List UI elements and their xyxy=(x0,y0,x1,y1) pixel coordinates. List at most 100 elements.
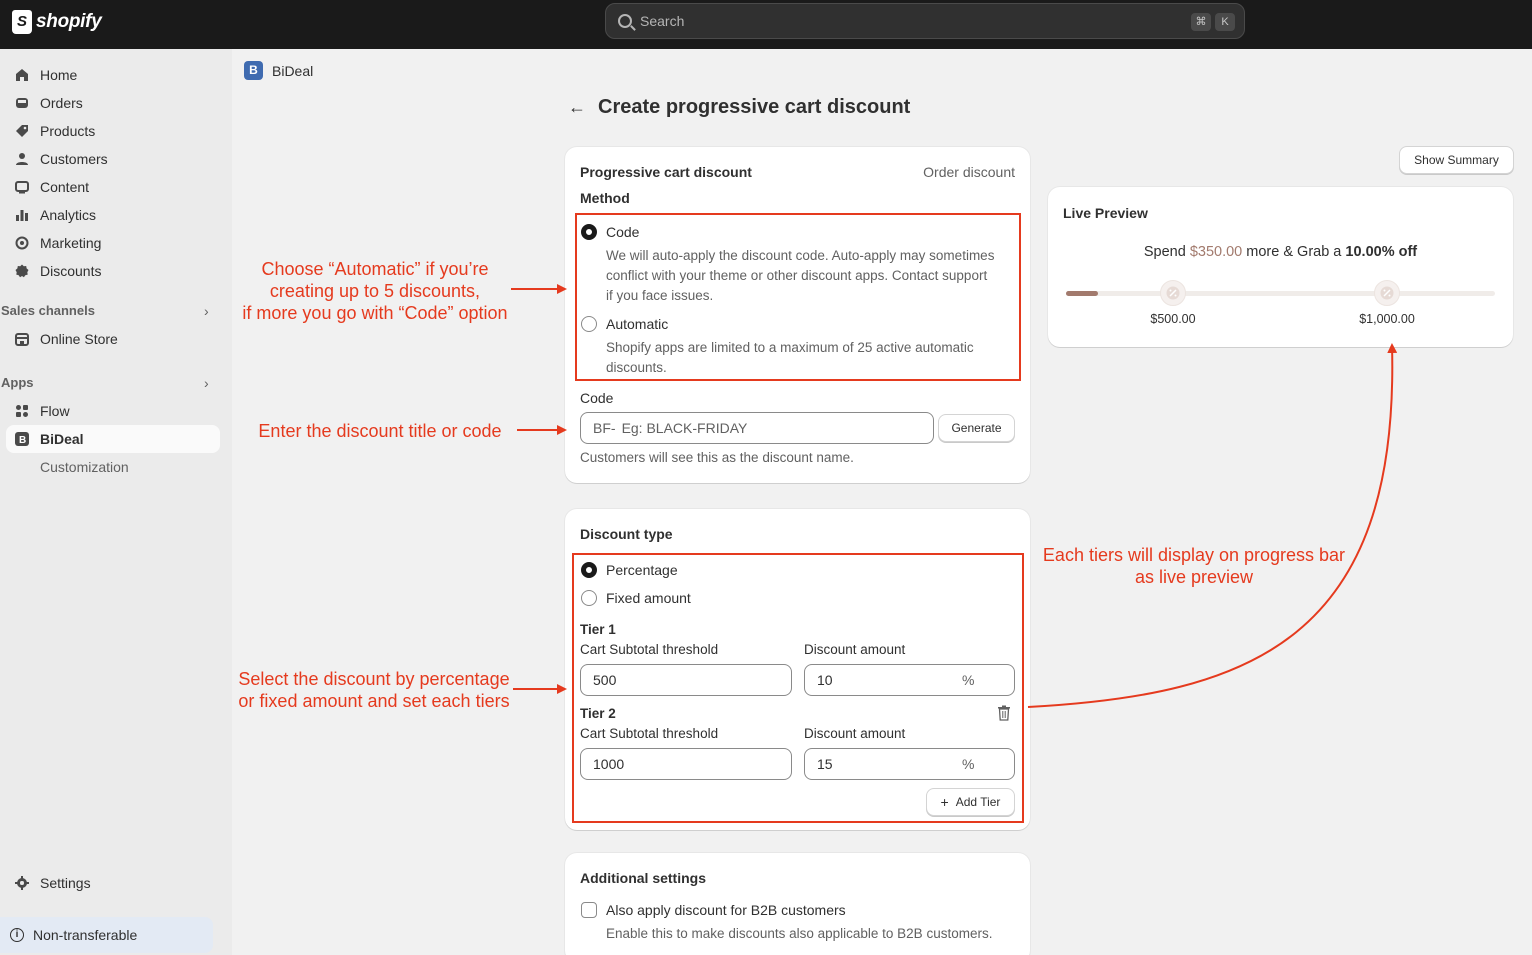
b2b-help-text: Enable this to make discounts also appli… xyxy=(606,926,993,941)
sidebar-item-products[interactable]: Products xyxy=(6,117,220,145)
search-placeholder: Search xyxy=(640,13,685,29)
page-header: ← Create progressive cart discount xyxy=(568,96,910,119)
sidebar-item-customization[interactable]: Customization xyxy=(6,453,220,481)
sidebar-item-label: BiDeal xyxy=(40,431,84,447)
tag-icon xyxy=(14,123,30,139)
card-subtitle: Order discount xyxy=(923,164,1015,180)
card-title: Live Preview xyxy=(1063,205,1148,221)
sidebar-item-label: Home xyxy=(40,67,78,83)
sidebar-item-analytics[interactable]: Analytics xyxy=(6,201,220,229)
b2b-checkbox[interactable] xyxy=(581,902,597,918)
curved-arrow-icon xyxy=(1027,343,1398,708)
app-name: BiDeal xyxy=(272,62,314,79)
sidebar-item-label: Flow xyxy=(40,403,70,419)
preview-annotation: Each tiers will display on progress bar … xyxy=(1036,544,1352,588)
chevron-right-icon[interactable]: › xyxy=(204,303,209,319)
target-icon xyxy=(14,235,30,251)
logo-text: shopify xyxy=(36,11,102,32)
method-annotation: Choose “Automatic” if you’re creating up… xyxy=(230,258,520,324)
content-icon xyxy=(14,179,30,195)
method-highlight-box xyxy=(575,213,1021,381)
code-input[interactable]: BF- Eg: BLACK-FRIDAY xyxy=(580,412,934,444)
sidebar-item-marketing[interactable]: Marketing xyxy=(6,229,220,257)
tier-threshold-label: $500.00 xyxy=(1150,312,1196,326)
gear-icon xyxy=(14,875,30,891)
bar-chart-icon xyxy=(14,207,30,223)
non-transferable-banner[interactable]: i Non-transferable xyxy=(0,917,213,953)
annotation-line: Enter the discount title or code xyxy=(258,421,502,441)
generate-button[interactable]: Generate xyxy=(938,414,1015,442)
store-icon xyxy=(14,331,30,347)
sidebar-item-label: Customization xyxy=(40,459,129,475)
live-preview-card: Live Preview Spend $350.00 more & Grab a… xyxy=(1048,187,1513,347)
info-icon: i xyxy=(10,928,24,942)
annotation-line: Select the discount by percentage xyxy=(238,669,510,689)
message-text: Spend xyxy=(1143,244,1190,260)
card-title: Additional settings xyxy=(580,870,706,886)
home-icon xyxy=(14,67,30,83)
show-summary-button[interactable]: Show Summary xyxy=(1399,146,1514,174)
back-arrow-icon[interactable]: ← xyxy=(568,97,586,118)
chevron-right-icon[interactable]: › xyxy=(204,375,209,391)
code-annotation: Enter the discount title or code xyxy=(240,420,520,442)
annotation-line: creating up to 5 discounts, xyxy=(269,281,481,301)
page-title: Create progressive cart discount xyxy=(598,96,911,118)
discount-type-annotation: Select the discount by percentage or fix… xyxy=(228,668,520,712)
annotation-line: Choose “Automatic” if you’re xyxy=(261,259,489,279)
bideal-app-icon: B xyxy=(14,431,30,447)
shopify-bag-icon xyxy=(12,10,32,34)
card-title: Discount type xyxy=(580,526,673,542)
sidebar-item-flow[interactable]: Flow xyxy=(6,397,220,425)
sales-channels-heading: Sales channels xyxy=(1,303,95,318)
annotation-line: Each tiers will display on progress bar xyxy=(1042,545,1346,565)
sidebar-item-label: Orders xyxy=(40,95,83,111)
sidebar: Home Orders Products Customers Content A… xyxy=(0,49,232,955)
sidebar-item-discounts[interactable]: Discounts xyxy=(6,257,220,285)
message-amount: $350.00 xyxy=(1189,244,1243,260)
progress-track xyxy=(1066,291,1495,296)
code-prefix: BF- xyxy=(593,420,616,436)
app-title-bar: B BiDeal xyxy=(244,61,313,80)
k-key-badge: K xyxy=(1215,13,1235,31)
card-title: Progressive cart discount xyxy=(580,164,752,180)
search-input[interactable]: Search ⌘ K xyxy=(605,3,1245,39)
shopify-logo[interactable]: shopify xyxy=(12,10,102,34)
bideal-logo-icon: B xyxy=(244,61,263,80)
sidebar-item-customers[interactable]: Customers xyxy=(6,145,220,173)
top-bar: shopify Search ⌘ K xyxy=(0,0,1532,49)
sidebar-item-label: Discounts xyxy=(40,263,102,279)
progress-fill xyxy=(1066,291,1099,296)
flow-icon xyxy=(14,403,30,419)
tier-marker-discount-icon xyxy=(1160,280,1186,306)
sidebar-item-orders[interactable]: Orders xyxy=(6,89,220,117)
discount-icon xyxy=(14,263,30,279)
sidebar-item-label: Analytics xyxy=(40,207,97,223)
search-icon xyxy=(618,14,632,28)
sidebar-item-label: Customers xyxy=(40,151,108,167)
person-icon xyxy=(14,151,30,167)
code-placeholder: Eg: BLACK-FRIDAY xyxy=(621,420,748,436)
svg-text:B: B xyxy=(19,435,26,446)
message-discount: 10.00% off xyxy=(1345,244,1418,260)
cmd-key-badge: ⌘ xyxy=(1191,13,1211,31)
orders-icon xyxy=(14,95,30,111)
sidebar-item-label: Online Store xyxy=(40,331,118,347)
sidebar-item-label: Content xyxy=(40,179,90,195)
annotation-line: as live preview xyxy=(1134,567,1254,587)
sidebar-item-content[interactable]: Content xyxy=(6,173,220,201)
tier-threshold-label: $1,000.00 xyxy=(1359,312,1415,326)
discount-type-highlight-box xyxy=(572,553,1024,823)
additional-settings-card: Additional settings Also apply discount … xyxy=(565,853,1030,955)
sidebar-item-label: Settings xyxy=(40,875,91,891)
sidebar-item-settings[interactable]: Settings xyxy=(6,869,220,897)
sidebar-item-label: Products xyxy=(40,123,96,139)
sidebar-item-bideal[interactable]: B BiDeal xyxy=(6,425,220,453)
apps-heading: Apps xyxy=(1,375,34,390)
annotation-line: or fixed amount and set each tiers xyxy=(238,691,510,711)
method-label: Method xyxy=(580,190,630,206)
sidebar-item-online-store[interactable]: Online Store xyxy=(6,325,220,353)
sidebar-item-label: Marketing xyxy=(40,235,102,251)
preview-message: Spend $350.00 more & Grab a 10.00% off xyxy=(1048,244,1513,260)
sidebar-item-home[interactable]: Home xyxy=(6,61,220,89)
b2b-label: Also apply discount for B2B customers xyxy=(606,902,846,918)
